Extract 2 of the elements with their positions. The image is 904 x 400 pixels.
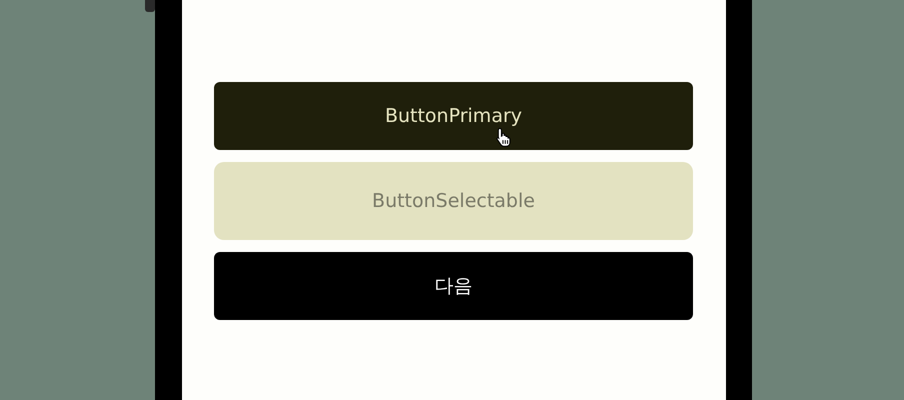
primary-button[interactable]: ButtonPrimary xyxy=(214,82,693,150)
next-button[interactable]: 다음 xyxy=(214,252,693,320)
